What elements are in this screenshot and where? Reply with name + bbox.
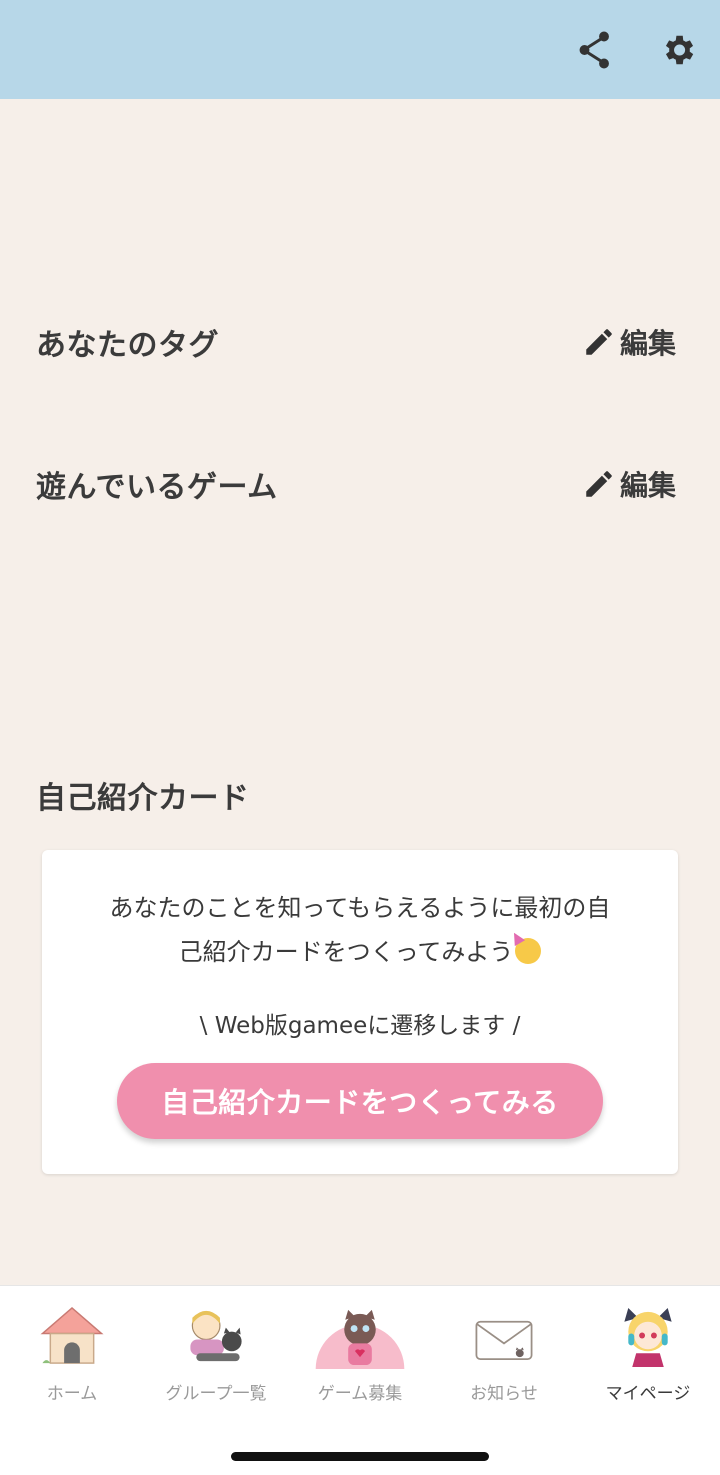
tab-home-label: ホーム <box>46 1384 98 1404</box>
tab-mypage-label: マイページ <box>605 1384 691 1404</box>
pencil-icon <box>586 471 612 497</box>
tab-notifications-label: お知らせ <box>470 1384 538 1404</box>
create-intro-card-button[interactable]: 自己紹介カードをつくってみる <box>117 1063 603 1139</box>
games-section-title: 遊んでいるゲーム <box>36 470 278 505</box>
intro-card-message-line2: 己紹介カードをつくってみよう <box>178 938 514 966</box>
redirect-note: \ Web版gameeに遷移します / <box>199 1013 521 1039</box>
intro-card-message-line1: あなたのことを知ってもらえるように最初の自 <box>109 894 611 922</box>
settings-button[interactable] <box>656 28 700 72</box>
pencil-icon <box>586 329 612 355</box>
tab-notifications[interactable]: お知らせ <box>432 1304 576 1404</box>
recruit-icon <box>315 1309 405 1369</box>
tags-edit-button[interactable]: 編集 <box>582 322 676 362</box>
tab-recruit[interactable]: ゲーム募集 <box>288 1304 432 1404</box>
tab-mypage[interactable]: マイページ <box>576 1304 720 1404</box>
tab-recruit-label: ゲーム募集 <box>317 1384 403 1404</box>
gear-icon <box>665 35 694 65</box>
avatar-icon <box>624 1307 672 1368</box>
tab-groups-label: グループ一覧 <box>165 1384 267 1404</box>
share-icon <box>579 31 609 69</box>
intro-card-section-title: 自己紹介カード <box>36 781 250 816</box>
bottom-tab-bar: ホーム グループ一覧 ゲーム募集 お知らせ マイページ <box>0 1285 720 1475</box>
mail-icon <box>475 1320 533 1361</box>
share-button[interactable] <box>573 28 617 72</box>
tab-groups[interactable]: グループ一覧 <box>144 1304 288 1404</box>
tags-section-header: あなたのタグ 編集 <box>36 320 676 364</box>
group-icon <box>190 1310 242 1362</box>
games-edit-label: 編集 <box>619 469 676 502</box>
tab-home[interactable]: ホーム <box>0 1304 144 1404</box>
home-indicator[interactable] <box>231 1452 489 1461</box>
app-header <box>0 0 720 99</box>
intro-card-message: あなたのことを知ってもらえるように最初の自 己紹介カードをつくってみよう <box>72 886 648 974</box>
home-icon <box>40 1306 104 1364</box>
party-face-icon <box>515 938 542 964</box>
games-section-header: 遊んでいるゲーム 編集 <box>36 462 676 506</box>
intro-card-section-header: 自己紹介カード <box>36 773 676 817</box>
games-edit-button[interactable]: 編集 <box>582 464 676 504</box>
tags-edit-label: 編集 <box>619 327 676 360</box>
tags-section-title: あなたのタグ <box>36 328 219 363</box>
